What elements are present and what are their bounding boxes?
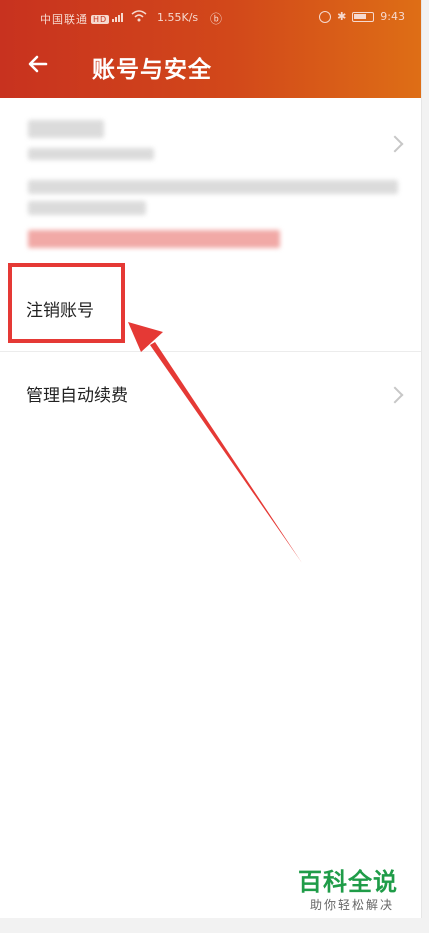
annotation-arrow [128, 322, 302, 563]
watermark-title: 百科全说 [298, 868, 398, 896]
watermark-subtitle: 助你轻松解决 [310, 898, 395, 912]
watermark: 百科全说 助你轻松解决 [298, 868, 418, 913]
phone-screen: 中国联通 HD 1.55K/s ⓑ ✱ 9:43 账号与安全 注销账号 管理自动… [0, 0, 422, 918]
